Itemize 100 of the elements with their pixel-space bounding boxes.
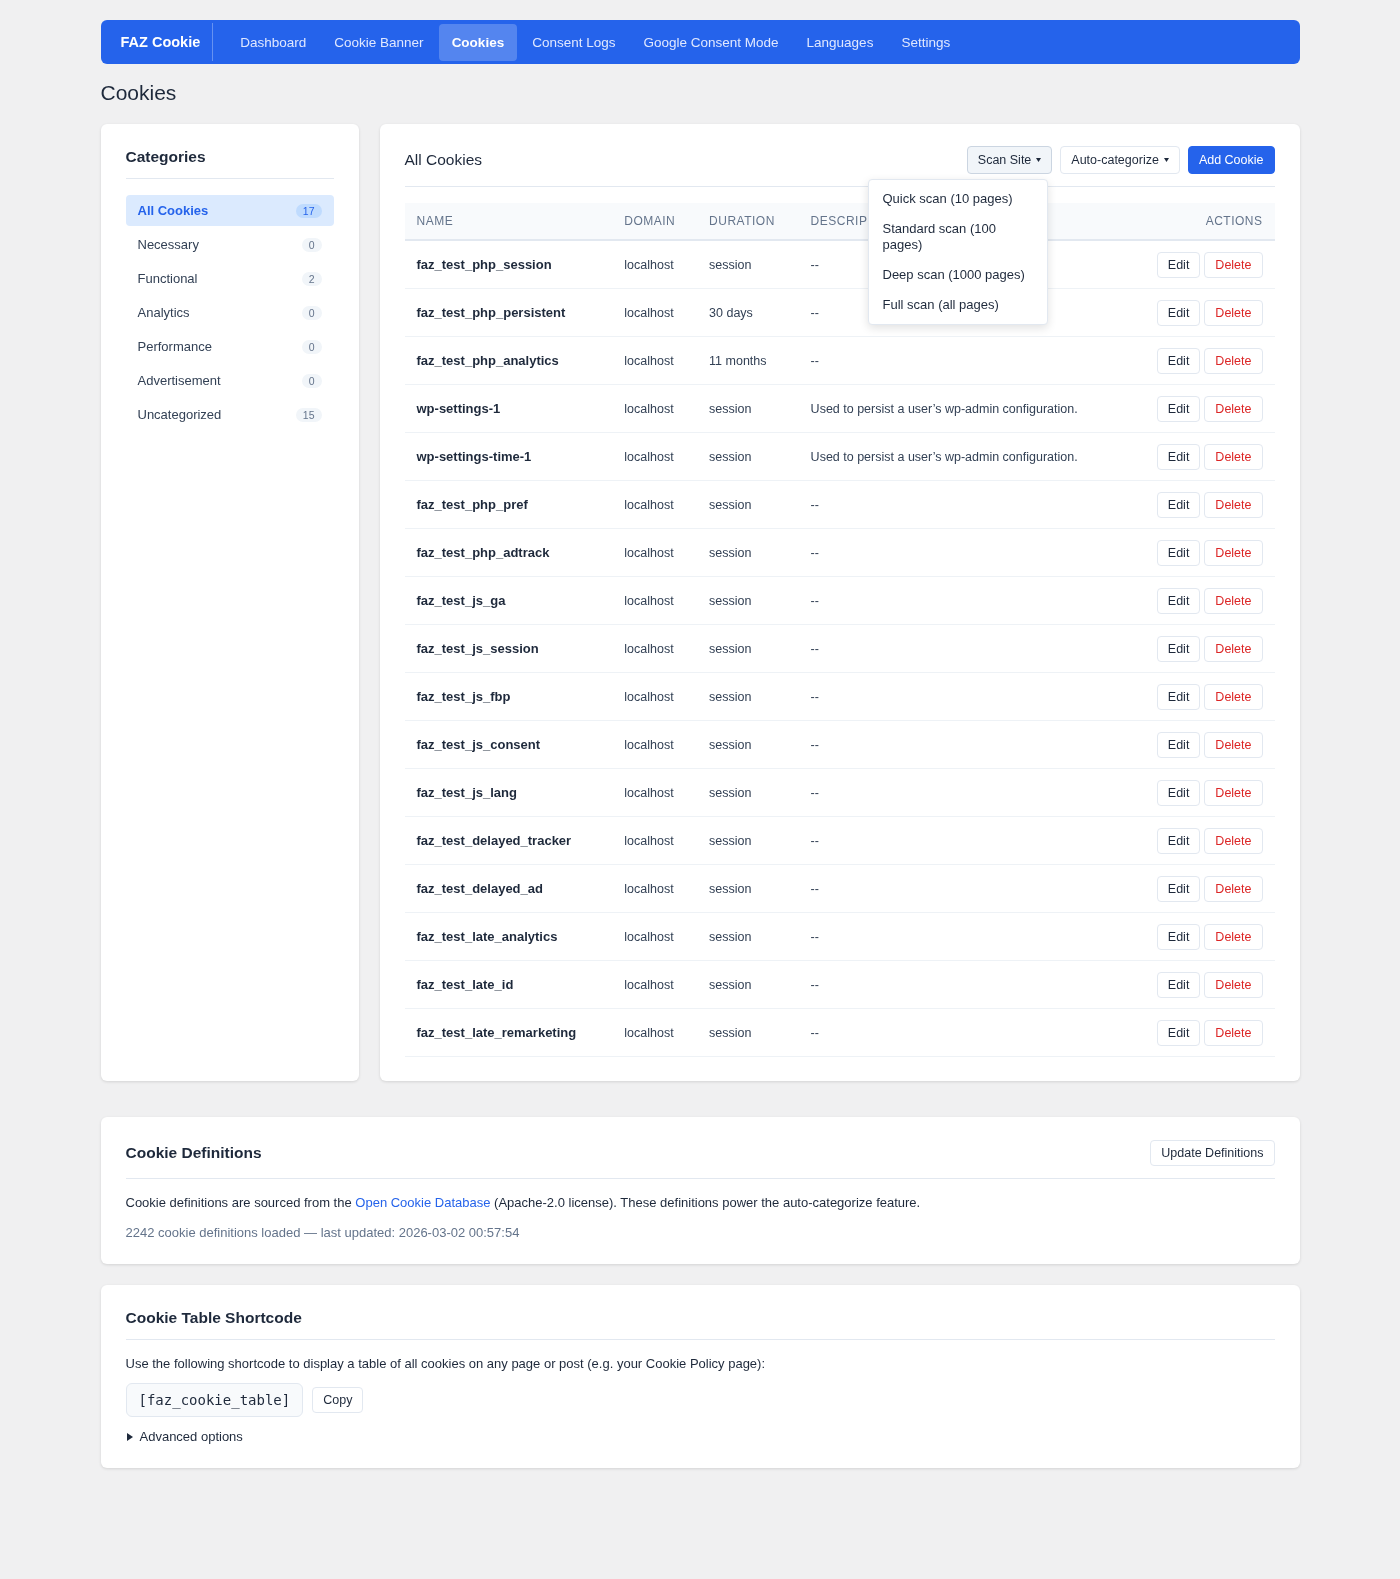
table-cell: session	[697, 1008, 799, 1057]
edit-button[interactable]: Edit	[1156, 539, 1201, 566]
category-item[interactable]: Performance 0	[125, 331, 334, 362]
cookie-name: faz_test_js_session	[404, 624, 613, 673]
delete-button[interactable]: Delete	[1204, 299, 1263, 326]
count-badge: 0	[301, 237, 322, 252]
edit-button[interactable]: Edit	[1156, 683, 1201, 710]
edit-button[interactable]: Edit	[1156, 587, 1201, 614]
edit-button[interactable]: Edit	[1156, 251, 1201, 278]
edit-button[interactable]: Edit	[1156, 731, 1201, 758]
column-header: ACTIONS	[1127, 203, 1275, 240]
delete-button[interactable]: Delete	[1204, 443, 1263, 470]
cookie-name: faz_test_late_id	[404, 960, 613, 1009]
card-title: Cookie Definitions	[125, 1144, 262, 1162]
table-cell: --	[798, 528, 1128, 577]
delete-button[interactable]: Delete	[1204, 827, 1263, 854]
edit-button[interactable]: Edit	[1156, 395, 1201, 422]
category-label: Uncategorized	[137, 407, 222, 422]
menu-item[interactable]: Full scan (all pages)	[868, 290, 1047, 320]
category-label: Functional	[137, 271, 198, 286]
card-title: Cookie Table Shortcode	[125, 1309, 1275, 1340]
category-item[interactable]: All Cookies 17	[125, 195, 334, 226]
edit-button[interactable]: Edit	[1156, 923, 1201, 950]
edit-button[interactable]: Edit	[1156, 1019, 1201, 1046]
edit-button[interactable]: Edit	[1156, 875, 1201, 902]
delete-button[interactable]: Delete	[1204, 971, 1263, 998]
edit-button[interactable]: Edit	[1156, 443, 1201, 470]
table-cell: localhost	[612, 336, 698, 385]
category-item[interactable]: Uncategorized 15	[125, 399, 334, 430]
table-cell: --	[798, 864, 1128, 913]
count-badge: 0	[301, 373, 322, 388]
cookie-name: faz_test_php_session	[404, 240, 613, 289]
cookie-name: faz_test_late_analytics	[404, 912, 613, 961]
category-item[interactable]: Analytics 0	[125, 297, 334, 328]
table-cell: --	[798, 816, 1128, 865]
edit-button[interactable]: Edit	[1156, 779, 1201, 806]
update-definitions-button[interactable]: Update Definitions	[1150, 1140, 1275, 1166]
table-cell: session	[697, 384, 799, 433]
delete-button[interactable]: Delete	[1204, 875, 1263, 902]
table-cell: session	[697, 912, 799, 961]
nav-tab[interactable]: Cookies	[438, 23, 518, 61]
shortcode-description: Use the following shortcode to display a table of all cookies on any page or post (e.g. your Cookie Policy page):	[125, 1356, 767, 1371]
delete-button[interactable]: Delete	[1204, 587, 1263, 614]
edit-button[interactable]: Edit	[1156, 635, 1201, 662]
cookie-name: wp-settings-1	[404, 384, 613, 433]
cookie-name: faz_test_js_lang	[404, 768, 613, 817]
table-cell: session	[697, 624, 799, 673]
cookie-name: faz_test_js_fbp	[404, 672, 613, 721]
edit-button[interactable]: Edit	[1156, 347, 1201, 374]
table-cell: localhost	[612, 1008, 698, 1057]
table-cell: localhost	[612, 384, 698, 433]
nav-tab[interactable]: Dashboard	[227, 23, 320, 61]
nav-tab[interactable]: Consent Logs	[519, 23, 629, 61]
delete-button[interactable]: Delete	[1204, 1019, 1263, 1046]
delete-button[interactable]: Delete	[1204, 731, 1263, 758]
category-item[interactable]: Functional 2	[125, 263, 334, 294]
shortcode-field[interactable]: [faz_cookie_table]	[125, 1383, 304, 1417]
category-label: Necessary	[137, 237, 199, 252]
table-cell: --	[798, 912, 1128, 961]
table-cell: session	[697, 528, 799, 577]
edit-button[interactable]: Edit	[1156, 827, 1201, 854]
delete-button[interactable]: Delete	[1204, 251, 1263, 278]
edit-button[interactable]: Edit	[1156, 971, 1201, 998]
nav-tab[interactable]: Settings	[888, 23, 964, 61]
table-cell: session	[697, 480, 799, 529]
category-item[interactable]: Advertisement 0	[125, 365, 334, 396]
table-cell: localhost	[612, 480, 698, 529]
advanced-options-toggle[interactable]: Advanced options	[125, 1429, 1275, 1444]
nav-tab[interactable]: Languages	[793, 23, 887, 61]
table-cell: --	[798, 1008, 1128, 1057]
page-title: Cookies	[100, 81, 178, 105]
table-cell: Used to persist a user’s wp-admin configuration.	[798, 432, 1128, 481]
copy-button[interactable]: Copy	[312, 1387, 364, 1413]
category-item[interactable]: Necessary 0	[125, 229, 334, 260]
edit-button[interactable]: Edit	[1156, 491, 1201, 518]
table-cell: localhost	[612, 432, 698, 481]
delete-button[interactable]: Delete	[1204, 683, 1263, 710]
delete-button[interactable]: Delete	[1204, 779, 1263, 806]
auto-categorize-button[interactable]: Auto-categorize	[1060, 146, 1180, 174]
card-title: All Cookies	[404, 151, 483, 169]
database-link[interactable]: Open Cookie Database	[355, 1195, 491, 1210]
delete-button[interactable]: Delete	[1204, 395, 1263, 422]
delete-button[interactable]: Delete	[1204, 635, 1263, 662]
edit-button[interactable]: Edit	[1156, 299, 1201, 326]
menu-item[interactable]: Deep scan (1000 pages)	[868, 260, 1047, 290]
advanced-options-label: Advanced options	[139, 1429, 243, 1444]
cookie-name: faz_test_php_analytics	[404, 336, 613, 385]
add-cookie-button[interactable]: Add Cookie	[1187, 146, 1275, 174]
table-cell: session	[697, 576, 799, 625]
delete-button[interactable]: Delete	[1204, 923, 1263, 950]
scan-site-button[interactable]: Scan Site	[966, 146, 1053, 174]
nav-tab[interactable]: Cookie Banner	[321, 23, 437, 61]
delete-button[interactable]: Delete	[1204, 491, 1263, 518]
caret-icon	[1036, 158, 1042, 162]
delete-button[interactable]: Delete	[1204, 539, 1263, 566]
nav-tab[interactable]: Google Consent Mode	[630, 23, 792, 61]
delete-button[interactable]: Delete	[1204, 347, 1263, 374]
column-header: NAME	[404, 203, 613, 240]
table-cell: localhost	[612, 720, 698, 769]
table-cell: session	[697, 960, 799, 1009]
